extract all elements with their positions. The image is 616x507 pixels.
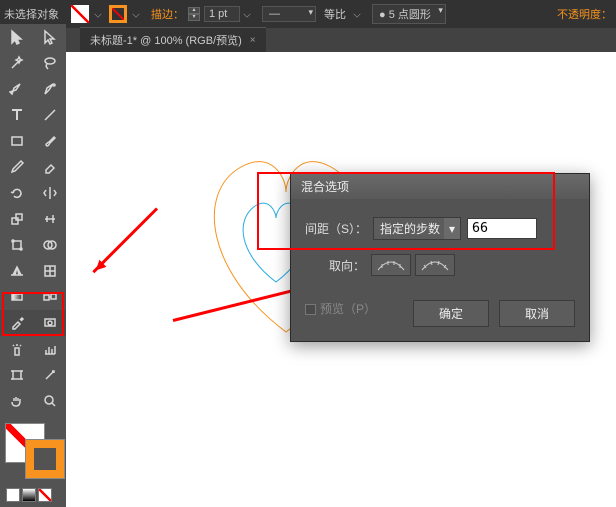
scale-tool[interactable] — [0, 206, 33, 232]
uniform-label: 等比 — [324, 6, 346, 22]
stroke-value-dd[interactable] — [243, 10, 250, 17]
blend-options-dialog: 混合选项 间距（S）： 指定的步数 ▾ 取向： 预览（P） 确定 取消 — [290, 173, 590, 342]
perspective-grid-tool[interactable] — [0, 258, 33, 284]
type-tool[interactable] — [0, 102, 33, 128]
zoom-tool[interactable] — [33, 388, 66, 414]
pencil-tool[interactable] — [0, 154, 33, 180]
tool-panel — [0, 24, 66, 507]
spacing-label: 间距（S）： — [305, 220, 367, 237]
hand-tool[interactable] — [0, 388, 33, 414]
pen-tool[interactable] — [0, 76, 33, 102]
fill-swatch[interactable] — [71, 5, 89, 23]
slice-tool[interactable] — [33, 362, 66, 388]
gradient-tool[interactable] — [0, 284, 33, 310]
brush-combo[interactable]: ● 5 点圆形 — [372, 4, 446, 24]
eyedropper-tool[interactable] — [0, 310, 33, 336]
stroke-stepper[interactable]: ▴▾ — [188, 7, 200, 21]
line-tool[interactable] — [33, 102, 66, 128]
reflect-tool[interactable] — [33, 180, 66, 206]
uniform-dd[interactable] — [353, 10, 360, 17]
column-graph-tool[interactable] — [33, 336, 66, 362]
gradient-mode[interactable] — [22, 488, 36, 502]
orientation-row: 取向： — [305, 254, 575, 276]
symbol-sprayer-tool[interactable] — [0, 336, 33, 362]
stroke-value[interactable]: 1 pt — [204, 6, 240, 22]
eraser-tool[interactable] — [33, 154, 66, 180]
stroke-dropdown[interactable] — [132, 10, 139, 17]
stroke-color[interactable] — [26, 440, 64, 478]
checkbox-icon — [305, 304, 316, 315]
free-transform-tool[interactable] — [0, 232, 33, 258]
selection-tool[interactable] — [0, 24, 33, 50]
measure-tool[interactable] — [33, 310, 66, 336]
solid-color-mode[interactable] — [6, 488, 20, 502]
lasso-tool[interactable] — [33, 50, 66, 76]
tab-label: 未标题-1* @ 100% (RGB/预览) — [90, 32, 242, 48]
paintbrush-tool[interactable] — [33, 128, 66, 154]
tab-document[interactable]: 未标题-1* @ 100% (RGB/预览) × — [80, 27, 266, 52]
mesh-tool[interactable] — [33, 258, 66, 284]
cancel-button[interactable]: 取消 — [499, 300, 575, 327]
width-tool[interactable] — [33, 206, 66, 232]
selection-status: 未选择对象 — [4, 6, 59, 22]
rotate-tool[interactable] — [0, 180, 33, 206]
none-mode[interactable] — [38, 488, 52, 502]
spacing-value-input[interactable] — [467, 218, 537, 239]
direct-selection-tool[interactable] — [33, 24, 66, 50]
profile-combo[interactable]: — — [262, 6, 316, 22]
ok-button[interactable]: 确定 — [413, 300, 489, 327]
blend-tool[interactable] — [33, 284, 66, 310]
fill-dropdown[interactable] — [94, 10, 101, 17]
curvature-tool[interactable] — [33, 76, 66, 102]
spacing-row: 间距（S）： 指定的步数 ▾ — [305, 217, 575, 240]
tab-close-icon[interactable]: × — [250, 35, 256, 46]
rectangle-tool[interactable] — [0, 128, 33, 154]
opacity-label: 不透明度： — [557, 6, 612, 22]
dialog-title: 混合选项 — [291, 174, 589, 199]
document-tabs: 未标题-1* @ 100% (RGB/预览) × — [0, 28, 616, 52]
magic-wand-tool[interactable] — [0, 50, 33, 76]
stroke-swatch[interactable] — [109, 5, 127, 23]
spacing-mode-dropdown[interactable]: 指定的步数 ▾ — [373, 217, 461, 240]
orient-align-page[interactable] — [371, 254, 411, 276]
orientation-label: 取向： — [329, 257, 365, 274]
color-mode-row — [0, 484, 66, 506]
control-bar: 未选择对象 描边： ▴▾ 1 pt — 等比 ● 5 点圆形 不透明度： — [0, 0, 616, 28]
preview-checkbox[interactable]: 预览（P） — [305, 300, 376, 317]
artboard-tool[interactable] — [0, 362, 33, 388]
shape-builder-tool[interactable] — [33, 232, 66, 258]
orient-align-path[interactable] — [415, 254, 455, 276]
fill-stroke-swatches[interactable] — [4, 422, 62, 476]
chevron-down-icon: ▾ — [444, 218, 460, 239]
stroke-label: 描边： — [151, 6, 184, 22]
